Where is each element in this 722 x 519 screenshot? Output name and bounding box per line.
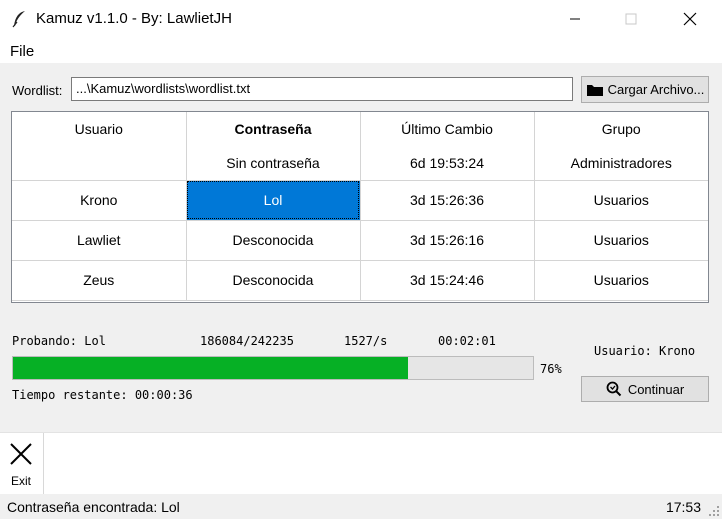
cell-usuario[interactable]: Krono bbox=[12, 179, 187, 221]
elapsed-time: 00:02:01 bbox=[438, 334, 496, 348]
minimize-icon bbox=[570, 18, 580, 20]
progress-bar bbox=[12, 356, 534, 380]
cell-grupo[interactable]: Usuarios bbox=[533, 219, 708, 261]
minimize-button[interactable] bbox=[552, 0, 598, 38]
cell-grupo[interactable]: Usuarios bbox=[533, 259, 708, 301]
exit-label: Exit bbox=[11, 474, 32, 488]
window-title: Kamuz v1.1.0 - By: LawlietJH bbox=[36, 10, 232, 27]
continue-label: Continuar bbox=[627, 381, 685, 397]
column-header-ultimo-cambio[interactable]: Último Cambio bbox=[359, 112, 535, 146]
exit-button[interactable]: Exit bbox=[0, 433, 44, 495]
title-bar: Kamuz v1.1.0 - By: LawlietJH bbox=[0, 0, 722, 38]
testing-label: Probando: Lol bbox=[12, 334, 106, 348]
column-header-usuario[interactable]: Usuario bbox=[12, 112, 187, 146]
close-button[interactable] bbox=[667, 0, 713, 38]
progress-fill bbox=[13, 357, 409, 379]
cell-usuario[interactable]: Zeus bbox=[12, 259, 187, 301]
current-user-label: Usuario: Krono bbox=[594, 344, 696, 358]
continue-button[interactable]: Continuar bbox=[581, 376, 709, 402]
folder-icon bbox=[586, 84, 603, 96]
load-file-label: Cargar Archivo... bbox=[607, 82, 705, 97]
resize-grip-icon[interactable] bbox=[708, 505, 720, 517]
cell-usuario[interactable]: Lawliet bbox=[12, 219, 187, 261]
table-row[interactable]: Sin contraseña 6d 19:53:24 Administrador… bbox=[12, 146, 708, 181]
progress-percent: 76% bbox=[540, 362, 562, 376]
menu-bar: File bbox=[0, 38, 722, 63]
load-file-button[interactable]: Cargar Archivo... bbox=[581, 76, 709, 103]
cell-contrasena[interactable]: Desconocida bbox=[185, 219, 361, 261]
table-row[interactable]: Lawliet Desconocida 3d 15:26:16 Usuarios bbox=[12, 219, 708, 261]
toolbar: Exit bbox=[0, 432, 722, 495]
cell-ultimo-cambio[interactable]: 3d 15:24:46 bbox=[359, 259, 535, 301]
close-icon bbox=[683, 12, 697, 26]
cell-contrasena[interactable]: Desconocida bbox=[185, 259, 361, 301]
cell-contrasena-selected[interactable]: Lol bbox=[185, 179, 361, 221]
close-x-icon bbox=[10, 443, 32, 465]
wordlist-path-input[interactable]: ...\Kamuz\wordlists\wordlist.txt bbox=[71, 77, 573, 101]
users-table: Usuario Contraseña Último Cambio Grupo S… bbox=[11, 111, 709, 303]
column-header-grupo[interactable]: Grupo bbox=[533, 112, 708, 146]
column-header-contrasena[interactable]: Contraseña bbox=[185, 112, 361, 146]
cell-ultimo-cambio[interactable]: 3d 15:26:16 bbox=[359, 219, 535, 261]
remaining-time: Tiempo restante: 00:00:36 bbox=[12, 388, 193, 402]
attempt-count: 186084/242235 bbox=[200, 334, 294, 348]
table-row[interactable]: Zeus Desconocida 3d 15:24:46 Usuarios bbox=[12, 259, 708, 301]
status-time: 17:53 bbox=[665, 499, 701, 515]
table-row[interactable]: Krono Lol 3d 15:26:36 Usuarios bbox=[12, 179, 708, 221]
maximize-icon bbox=[625, 13, 637, 25]
cell-ultimo-cambio[interactable]: 3d 15:26:36 bbox=[359, 179, 535, 221]
menu-file[interactable]: File bbox=[10, 43, 34, 60]
maximize-button[interactable] bbox=[608, 0, 654, 38]
cell-contrasena[interactable]: Sin contraseña bbox=[185, 146, 361, 181]
cell-grupo[interactable]: Administradores bbox=[533, 146, 708, 181]
wordlist-label: Wordlist: bbox=[12, 83, 63, 98]
cell-ultimo-cambio[interactable]: 6d 19:53:24 bbox=[359, 146, 535, 181]
attempt-rate: 1527/s bbox=[344, 334, 388, 348]
status-bar: Contraseña encontrada: Lol 17:53 bbox=[0, 494, 722, 519]
search-icon bbox=[606, 381, 622, 397]
status-message: Contraseña encontrada: Lol bbox=[7, 499, 180, 515]
cell-grupo[interactable]: Usuarios bbox=[533, 179, 708, 221]
feather-icon bbox=[12, 11, 25, 28]
cell-usuario[interactable] bbox=[12, 146, 187, 181]
